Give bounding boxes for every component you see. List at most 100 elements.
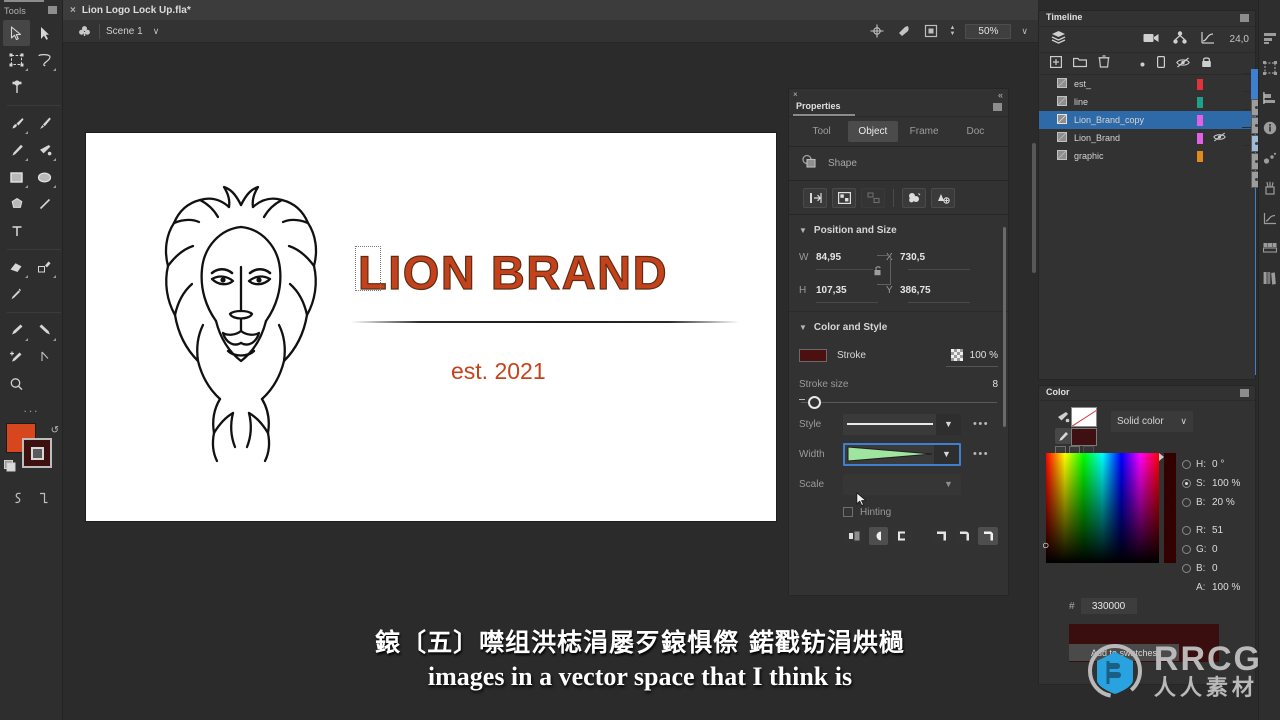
zoom-level-field[interactable]: 50% — [965, 23, 1012, 39]
lock-icon[interactable] — [1201, 55, 1212, 73]
width-options-button[interactable]: ••• — [973, 448, 989, 460]
paint-bucket-tool[interactable] — [31, 137, 58, 163]
panel-menu-icon[interactable] — [1240, 389, 1249, 397]
stage-canvas[interactable]: LION BRAND est. 2021 — [86, 133, 776, 521]
fill-tool[interactable] — [31, 317, 58, 343]
layer-hidden-icon[interactable] — [1213, 129, 1226, 147]
tab-doc[interactable]: Doc — [951, 121, 1000, 142]
cap-round-icon[interactable] — [868, 527, 889, 545]
info-panel-icon[interactable] — [1260, 118, 1280, 138]
straighten-tool[interactable] — [31, 485, 55, 511]
outline-dot-icon[interactable] — [1139, 55, 1146, 73]
hinting-checkbox[interactable] — [843, 507, 853, 517]
combine-icon[interactable] — [931, 187, 955, 208]
stepper-down-icon[interactable]: ▼ — [949, 31, 955, 37]
brand-title-text[interactable]: LION BRAND — [357, 245, 668, 300]
zoom-chevron-down-icon[interactable]: ∨ — [1021, 26, 1028, 37]
layer-row[interactable]: line — [1039, 93, 1255, 111]
cap-square-icon[interactable] — [892, 527, 912, 545]
hinting-row[interactable]: Hinting — [799, 499, 998, 525]
transparency-checker-icon[interactable] — [950, 349, 963, 361]
position-size-section-header[interactable]: ▼ Position and Size — [789, 219, 1008, 241]
chevron-down-icon[interactable]: ▼ — [934, 444, 959, 464]
pencil-tool[interactable] — [3, 137, 30, 163]
delete-layer-icon[interactable] — [1098, 54, 1110, 73]
stroke-size-value[interactable]: 8 — [992, 379, 998, 390]
rig-icon[interactable] — [1173, 30, 1187, 49]
lasso-tool[interactable] — [31, 47, 58, 73]
center-stage-icon[interactable] — [868, 23, 885, 40]
add-anchor-tool[interactable] — [3, 344, 30, 370]
line-tool[interactable] — [31, 191, 58, 217]
guide-icon[interactable] — [1157, 55, 1166, 73]
saturation-value-field[interactable] — [1046, 453, 1159, 563]
width-value[interactable]: 84,95 — [816, 252, 878, 263]
polystar-tool[interactable] — [3, 191, 30, 217]
cap-none-icon[interactable] — [845, 527, 865, 545]
transform-panel-icon[interactable] — [1260, 58, 1280, 78]
frame-rate-label[interactable]: 24,0 — [1230, 34, 1249, 45]
layer-name[interactable]: Lion_Brand — [1074, 133, 1120, 143]
tab-object[interactable]: Object — [848, 121, 898, 142]
distribute-icon[interactable] — [832, 187, 856, 208]
union-icon[interactable] — [902, 187, 926, 208]
rectangle-tool[interactable] — [3, 164, 30, 190]
close-icon[interactable]: × — [70, 5, 76, 16]
layers-stack-icon[interactable] — [1051, 30, 1066, 49]
alpha-value[interactable]: 100 % — [1212, 582, 1240, 593]
match-size-icon[interactable] — [861, 187, 885, 208]
chevron-down-icon[interactable]: ▼ — [936, 474, 961, 495]
hue-radio[interactable] — [1182, 460, 1191, 469]
slider-knob[interactable] — [808, 396, 821, 409]
zoom-stepper[interactable]: ▲ ▼ — [949, 25, 955, 37]
library-panel-icon[interactable] — [1260, 268, 1280, 288]
fill-color-preview[interactable] — [1071, 407, 1097, 427]
x-value[interactable]: 730,5 — [900, 252, 962, 263]
hue-value-bar[interactable] — [1164, 453, 1176, 563]
free-transform-tool[interactable] — [3, 47, 30, 73]
join-miter-icon[interactable] — [931, 527, 951, 545]
stroke-size-slider[interactable] — [799, 395, 998, 409]
layer-name[interactable]: graphic — [1074, 151, 1104, 161]
close-icon[interactable]: × — [793, 90, 798, 99]
swap-colors-icon[interactable]: ↺ — [51, 425, 59, 436]
no-color-icon[interactable] — [4, 459, 16, 472]
tools-overflow-button[interactable]: ... — [0, 398, 63, 419]
saturation-value[interactable]: 100 % — [1212, 478, 1240, 489]
join-bevel-icon[interactable] — [978, 527, 999, 545]
chevron-down-icon[interactable]: ∨ — [153, 26, 160, 37]
stroke-color-swatch[interactable] — [22, 438, 52, 468]
selection-tool[interactable] — [3, 20, 30, 46]
effects-panel-icon[interactable] — [1260, 148, 1280, 168]
paint-brush-tool[interactable] — [3, 110, 30, 136]
layer-name[interactable]: line — [1074, 97, 1088, 107]
brand-divider-rule[interactable] — [351, 321, 739, 323]
layer-name[interactable]: est_ — [1074, 79, 1091, 89]
saturation-radio[interactable] — [1182, 479, 1191, 488]
panel-menu-icon[interactable] — [1240, 14, 1249, 22]
bone-tool[interactable] — [3, 74, 30, 100]
green-radio[interactable] — [1182, 545, 1191, 554]
camera-icon[interactable] — [1143, 31, 1159, 49]
width-tool[interactable] — [31, 254, 58, 280]
frame-picker-icon[interactable] — [1260, 238, 1280, 258]
layer-row[interactable]: Lion_Brand — [1039, 129, 1255, 147]
collapse-panel-icon[interactable]: « — [998, 90, 1003, 100]
document-tab[interactable]: × Lion Logo Lock Up.fla* — [63, 0, 203, 20]
assets-panel-icon[interactable] — [1260, 178, 1280, 198]
layer-row[interactable]: Lion_Brand_copy — [1039, 111, 1255, 129]
hue-slider-handle[interactable] — [1159, 453, 1164, 461]
join-round-icon[interactable] — [954, 527, 975, 545]
stroke-alpha-value[interactable]: 100 % — [970, 350, 998, 361]
graph-panel-icon[interactable] — [1260, 208, 1280, 228]
ink-bottle-tool[interactable] — [3, 317, 30, 343]
width-combobox[interactable]: ▼ — [843, 442, 961, 466]
graph-editor-icon[interactable] — [1201, 31, 1215, 49]
style-combobox[interactable]: ▼ — [843, 413, 961, 435]
stroke-pencil-icon[interactable] — [1055, 428, 1071, 444]
red-radio[interactable] — [1182, 526, 1191, 535]
height-value[interactable]: 107,35 — [816, 285, 878, 296]
brush-tool[interactable] — [31, 110, 58, 136]
hex-input[interactable]: 330000 — [1080, 598, 1137, 614]
pen-tool[interactable] — [31, 344, 58, 370]
